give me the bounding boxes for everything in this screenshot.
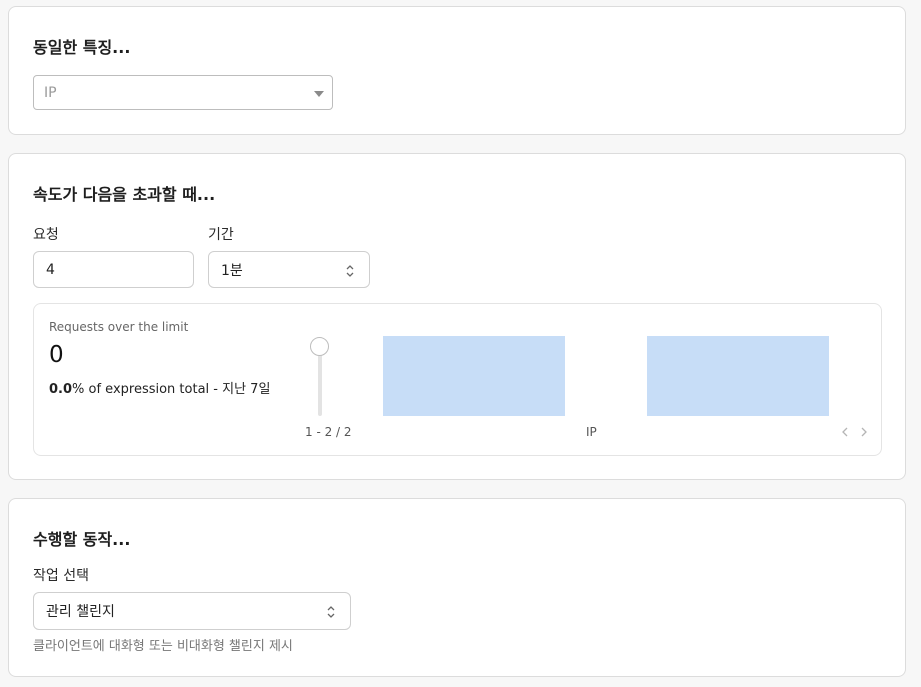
chevron-right-icon[interactable]	[859, 427, 869, 437]
metric-percent: 0.0	[49, 382, 73, 397]
requests-input[interactable]: 4	[33, 251, 194, 288]
action-select-label: 작업 선택	[33, 568, 89, 584]
period-label: 기간	[208, 227, 234, 243]
characteristics-title: 동일한 특징...	[33, 38, 131, 57]
action-select-value: 관리 챌린지	[46, 604, 115, 620]
metric-panel: Requests over the limit 0 0.0% of expres…	[33, 303, 882, 456]
characteristic-select-value: IP	[44, 84, 57, 101]
metric-percent-line: 0.0% of expression total - 지난 7일	[49, 378, 270, 397]
range-slider-track[interactable]	[318, 346, 322, 416]
action-select[interactable]: 관리 챌린지	[33, 592, 351, 630]
rate-title: 속도가 다음을 초과할 때...	[33, 185, 216, 204]
bar-1	[383, 336, 565, 416]
group-label: IP	[586, 425, 597, 439]
requests-input-value: 4	[46, 261, 55, 278]
rate-card: 속도가 다음을 초과할 때... 요청 4 기간 1분 Requests ove…	[8, 153, 906, 480]
chevron-left-icon[interactable]	[840, 427, 850, 437]
metric-heading: Requests over the limit	[49, 320, 189, 334]
requests-label: 요청	[33, 227, 59, 243]
bar-2	[647, 336, 829, 416]
period-select-value: 1분	[221, 262, 243, 279]
action-title: 수행할 동작...	[33, 530, 131, 549]
pagination-label: 1 - 2 / 2	[305, 425, 352, 439]
period-select[interactable]: 1분	[208, 251, 370, 288]
range-slider-handle[interactable]	[310, 337, 329, 356]
action-card: 수행할 동작... 작업 선택 관리 챌린지 클라이언트에 대화형 또는 비대화…	[8, 498, 906, 677]
bar-chart	[383, 336, 829, 416]
up-down-chevron-icon	[346, 265, 354, 277]
metric-percent-suffix: % of expression total - 지난 7일	[72, 382, 271, 397]
up-down-chevron-icon	[327, 606, 335, 618]
characteristics-card: 동일한 특징... IP	[8, 6, 906, 135]
action-hint: 클라이언트에 대화형 또는 비대화형 챌린지 제시	[33, 639, 293, 654]
characteristic-select[interactable]: IP	[33, 75, 333, 110]
chevron-down-icon	[314, 91, 324, 97]
metric-value: 0	[49, 342, 64, 368]
